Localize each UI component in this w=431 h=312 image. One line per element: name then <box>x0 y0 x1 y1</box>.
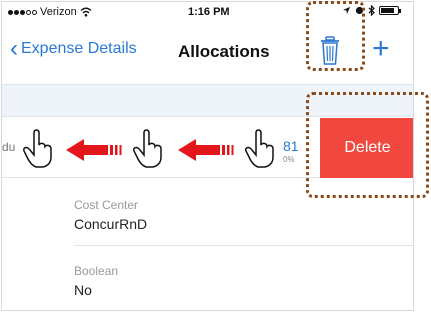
clock-time: 1:16 PM <box>188 6 230 18</box>
field-value: No <box>74 282 92 298</box>
boolean-field[interactable]: Boolean No <box>74 264 413 310</box>
add-button[interactable]: + <box>372 34 390 64</box>
page-title: Allocations <box>178 42 270 61</box>
back-button[interactable]: ‹ Expense Details <box>10 35 137 62</box>
signal-dots-icon <box>8 9 37 15</box>
plus-icon: + <box>372 32 390 65</box>
field-label: Cost Center <box>74 198 139 212</box>
delete-highlight-box <box>306 92 429 198</box>
bluetooth-icon <box>368 5 375 16</box>
carrier-name: Verizon <box>40 6 77 18</box>
back-button-label: Expense Details <box>21 40 137 57</box>
field-label: Boolean <box>74 264 119 278</box>
battery-icon <box>379 6 401 15</box>
pointing-hand-icon <box>133 129 162 168</box>
wifi-icon <box>80 7 92 17</box>
back-chevron-icon: ‹ <box>10 35 18 62</box>
left-arrow-icon <box>178 139 234 161</box>
trash-highlight-box <box>306 1 365 71</box>
cost-center-field[interactable]: Cost Center ConcurRnD <box>74 198 413 246</box>
carrier-group: Verizon <box>8 6 92 18</box>
allocation-amount: 81 <box>283 138 299 154</box>
left-arrow-icon <box>66 139 122 161</box>
pointing-hand-icon <box>245 129 274 168</box>
allocation-percent: 0% <box>283 155 295 164</box>
row-truncated-text: du <box>2 140 16 154</box>
field-value: ConcurRnD <box>74 216 148 232</box>
pointing-hand-icon <box>23 129 52 168</box>
